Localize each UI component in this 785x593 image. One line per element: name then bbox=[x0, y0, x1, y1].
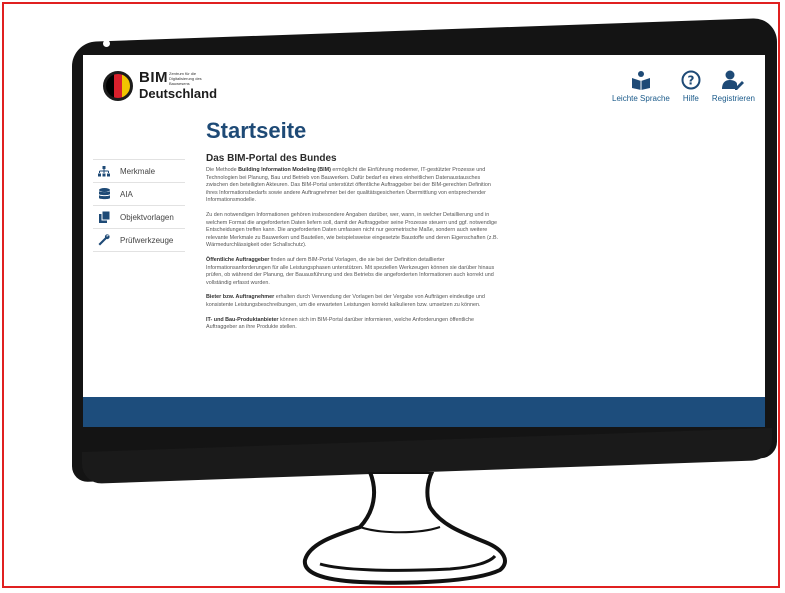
sidebar-item-merkmale[interactable]: Merkmale bbox=[93, 159, 185, 183]
nav-registrieren[interactable]: Registrieren bbox=[712, 69, 755, 103]
logo-deutschland-text: Deutschland bbox=[139, 86, 218, 101]
nav-label: Hilfe bbox=[682, 94, 699, 103]
bim-logo[interactable]: BIM Zentrum für die Digitalisierung des … bbox=[103, 69, 217, 105]
auftraggeber-paragraph: Öffentliche Auftraggeber finden auf dem … bbox=[206, 256, 495, 286]
monitor-screen: BIM Zentrum für die Digitalisierung des … bbox=[83, 55, 765, 427]
page-title: Startseite bbox=[206, 118, 307, 143]
site-header: BIM Zentrum für die Digitalisierung des … bbox=[83, 55, 765, 115]
monitor-stand bbox=[302, 472, 507, 585]
sidebar-item-label: AIA bbox=[120, 189, 133, 199]
logo-subtitle: Zentrum für die Digitalisierung des Bauw… bbox=[169, 71, 202, 86]
main-content: Startseite Das BIM-Portal des Bundes Die… bbox=[206, 117, 502, 339]
sidebar-item-objektvorlagen[interactable]: Objektvorlagen bbox=[93, 206, 185, 229]
camera-dot bbox=[103, 40, 110, 47]
reader-icon bbox=[630, 69, 652, 91]
sidebar-item-label: Merkmale bbox=[120, 166, 156, 176]
question-circle-icon: ? bbox=[680, 69, 702, 91]
nav-leichte-sprache[interactable]: Leichte Sprache bbox=[612, 69, 670, 103]
information-paragraph: Zu den notwendigen Informationen gehören… bbox=[206, 211, 499, 249]
sidebar-item-label: Objektvorlagen bbox=[120, 212, 174, 222]
nav-hilfe[interactable]: ? Hilfe bbox=[680, 69, 702, 103]
sidebar-item-pruefwerkzeuge[interactable]: Prüfwerkzeuge bbox=[93, 229, 185, 252]
logo-bim-text: BIM bbox=[139, 69, 168, 86]
intro-paragraph: Die Methode Building Information Modelin… bbox=[206, 167, 491, 204]
bieter-paragraph: Bieter bzw. Auftragnehmer erhalten durch… bbox=[206, 294, 485, 308]
database-icon bbox=[97, 188, 111, 200]
footer-band bbox=[83, 397, 765, 427]
sitemap-icon bbox=[97, 165, 111, 177]
sidebar: Merkmale AIA Objektvorlagen Prüfwerkzeug… bbox=[93, 159, 185, 252]
sidebar-item-label: Prüfwerkzeuge bbox=[120, 235, 174, 245]
produktanbieter-paragraph: IT- und Bau-Produktanbieter können sich … bbox=[206, 316, 475, 331]
user-edit-icon bbox=[722, 69, 745, 91]
header-nav: Leichte Sprache ? Hilfe Registrieren bbox=[612, 69, 755, 103]
sidebar-item-aia[interactable]: AIA bbox=[93, 183, 185, 206]
svg-text:?: ? bbox=[687, 74, 694, 88]
nav-label: Registrieren bbox=[711, 94, 755, 103]
nav-label: Leichte Sprache bbox=[612, 94, 670, 103]
globe-logo-icon bbox=[103, 71, 133, 101]
wrench-icon bbox=[97, 234, 111, 246]
copy-icon bbox=[97, 211, 111, 223]
section-title: Das BIM-Portal des Bundes bbox=[206, 153, 337, 164]
